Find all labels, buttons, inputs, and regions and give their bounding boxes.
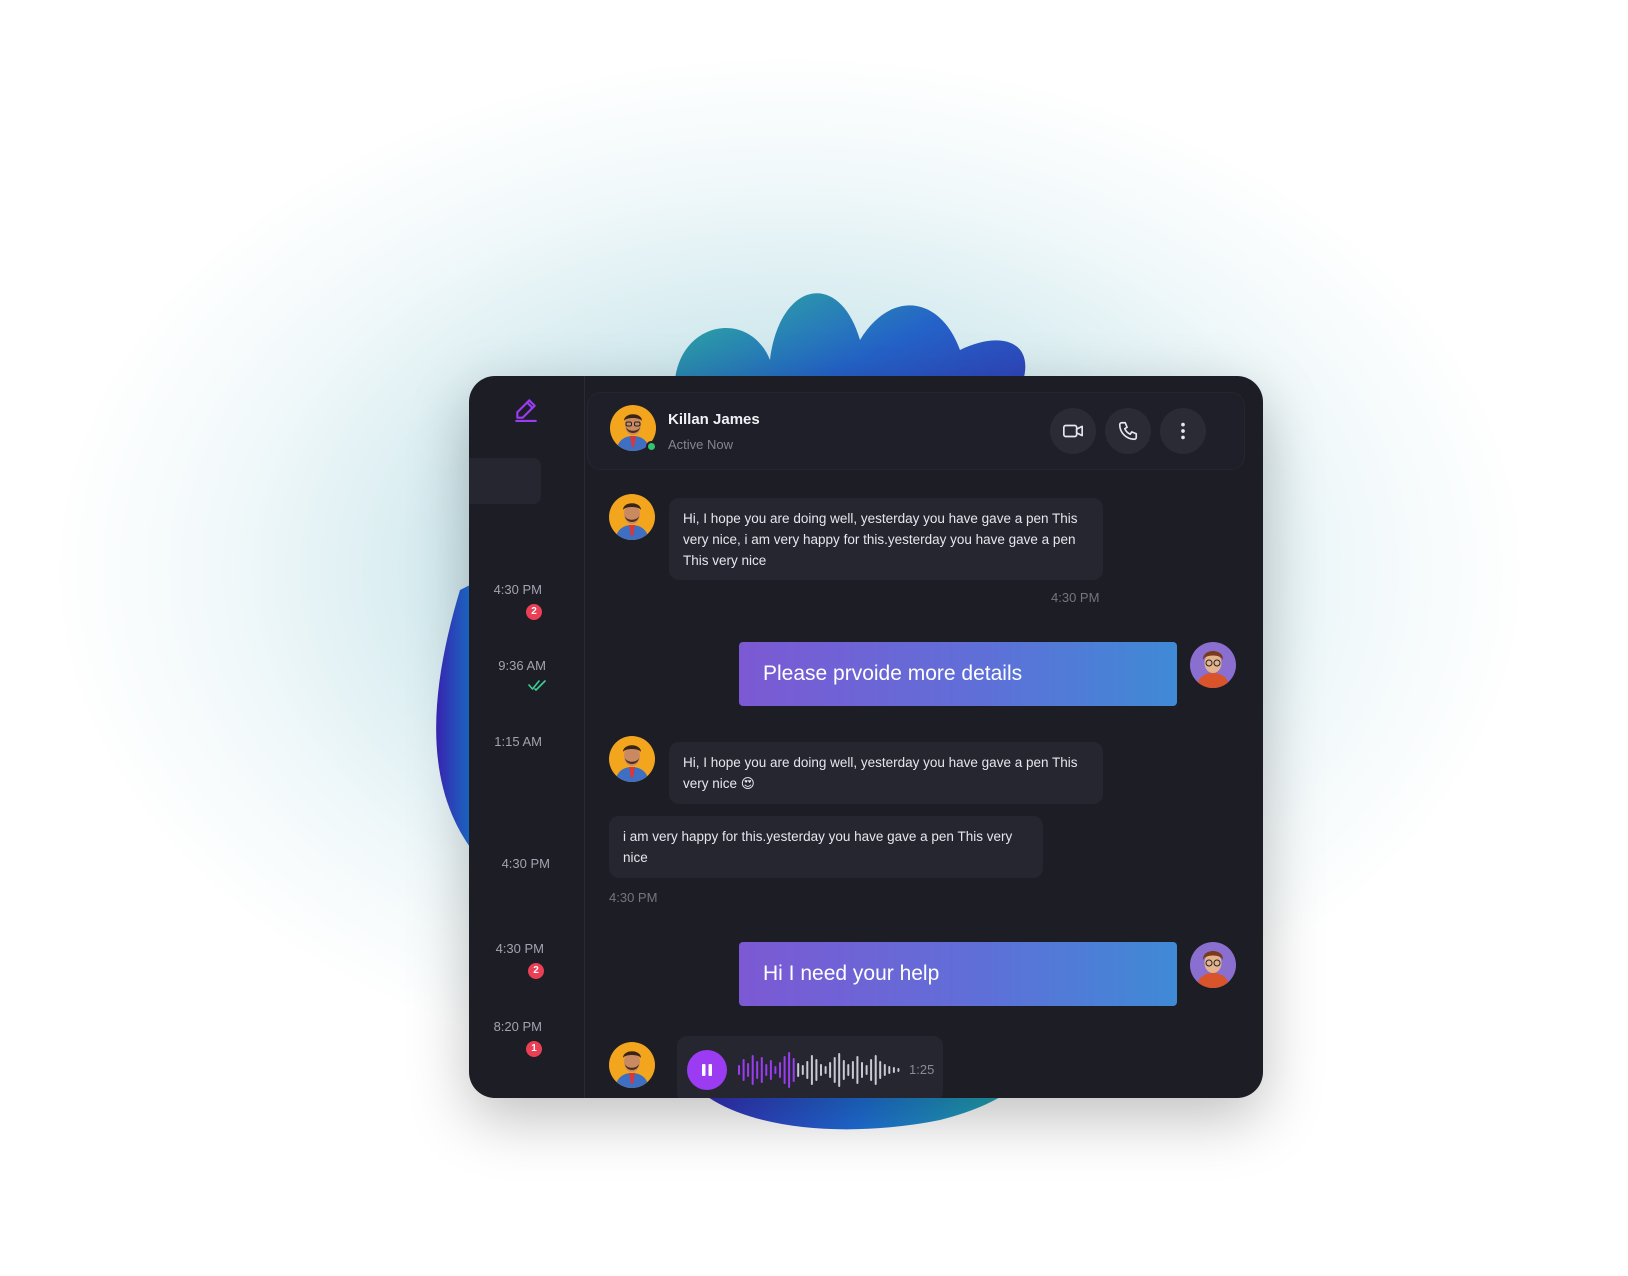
conversation-time: 1:15 AM <box>494 734 542 749</box>
waveform-bar <box>865 1065 868 1075</box>
contact-status: Active Now <box>668 437 734 452</box>
unread-badge: 1 <box>526 1041 542 1057</box>
waveform-bar <box>769 1060 772 1080</box>
waveform-bar <box>810 1055 813 1085</box>
waveform-bar <box>824 1066 827 1074</box>
waveform-bar <box>788 1052 791 1088</box>
waveform-bar <box>888 1066 891 1074</box>
waveform-bar <box>897 1068 900 1072</box>
voice-duration: 1:25 <box>909 1062 935 1077</box>
waveform-bar <box>829 1062 832 1078</box>
edit-pencil-icon[interactable] <box>513 396 539 422</box>
waveform-bar <box>838 1053 841 1087</box>
waveform-bar <box>842 1060 845 1080</box>
conversation-item[interactable]: 9:36 AM <box>498 658 546 691</box>
voice-call-button[interactable] <box>1105 408 1151 454</box>
outgoing-message: Hi I need your help <box>739 942 1177 1006</box>
waveform-bar <box>879 1061 882 1079</box>
conversation-time: 4:30 PM <box>493 582 542 597</box>
contact-avatar[interactable] <box>609 1042 655 1088</box>
double-check-icon <box>528 680 546 691</box>
incoming-message: Hi, I hope you are doing well, yesterday… <box>669 742 1103 804</box>
conversation-time: 4:30 PM <box>501 856 550 871</box>
waveform-bar <box>738 1065 740 1075</box>
waveform-bar <box>747 1063 750 1077</box>
incoming-message: i am very happy for this.yesterday you h… <box>609 816 1043 878</box>
chat-header: Killan James Active Now <box>587 392 1245 470</box>
vertical-dots-icon <box>1181 422 1185 440</box>
online-status-indicator <box>646 441 657 452</box>
conversation-sidebar: 4:30 PM 2 9:36 AM 1:15 AM 4:30 PM 4:30 P… <box>469 376 585 1098</box>
conversation-time: 8:20 PM <box>493 1019 542 1034</box>
pause-button[interactable] <box>687 1050 727 1090</box>
chat-panel: Killan James Active Now Hi, I hope you a… <box>585 376 1263 1098</box>
waveform-bar <box>883 1064 886 1076</box>
waveform-bar <box>820 1064 822 1076</box>
conversation-item[interactable]: 4:30 PM <box>502 856 550 871</box>
unread-badge: 2 <box>528 963 544 979</box>
waveform-bar <box>801 1065 804 1075</box>
user-avatar[interactable] <box>1190 642 1236 688</box>
audio-waveform[interactable] <box>737 1050 901 1090</box>
waveform-bar <box>861 1062 863 1078</box>
conversation-item[interactable]: 8:20 PM 1 <box>494 1019 542 1057</box>
phone-icon <box>1118 421 1138 441</box>
pause-icon <box>702 1064 712 1076</box>
conversation-item[interactable]: 1:15 AM <box>494 734 542 749</box>
conversation-item[interactable]: 4:30 PM 2 <box>494 582 542 620</box>
waveform-bar <box>874 1055 877 1085</box>
waveform-bar <box>792 1058 795 1082</box>
chat-app-window: 4:30 PM 2 9:36 AM 1:15 AM 4:30 PM 4:30 P… <box>469 376 1263 1098</box>
conversation-item[interactable]: 4:30 PM 2 <box>496 941 544 979</box>
waveform-bar <box>851 1061 854 1079</box>
waveform-bar <box>774 1066 777 1074</box>
video-call-button[interactable] <box>1050 408 1096 454</box>
conversation-time: 9:36 AM <box>498 658 546 673</box>
incoming-message: Hi, I hope you are doing well, yesterday… <box>669 498 1103 580</box>
waveform-bar <box>856 1056 859 1084</box>
waveform-bar <box>892 1067 895 1073</box>
unread-badge: 2 <box>526 604 542 620</box>
waveform-bar <box>783 1056 786 1084</box>
conversation-time: 4:30 PM <box>495 941 544 956</box>
message-time: 4:30 PM <box>609 890 658 905</box>
waveform-bar <box>760 1057 763 1083</box>
video-camera-icon <box>1063 424 1083 438</box>
outgoing-message: Please prvoide more details <box>739 642 1177 706</box>
waveform-bar <box>797 1063 800 1077</box>
voice-message: 1:25 <box>677 1036 943 1098</box>
contact-avatar[interactable] <box>609 736 655 782</box>
sidebar-search-field[interactable] <box>469 458 541 504</box>
waveform-bar <box>742 1059 745 1081</box>
waveform-bar <box>815 1059 818 1081</box>
waveform-bar <box>751 1055 754 1085</box>
message-time: 4:30 PM <box>1051 590 1100 605</box>
waveform-bar <box>870 1059 873 1081</box>
contact-avatar[interactable] <box>609 494 655 540</box>
waveform-bar <box>765 1064 768 1076</box>
user-avatar[interactable] <box>1190 942 1236 988</box>
waveform-bar <box>779 1062 781 1078</box>
waveform-bar <box>756 1061 759 1079</box>
waveform-bar <box>847 1064 850 1076</box>
more-options-button[interactable] <box>1160 408 1206 454</box>
waveform-bar <box>806 1061 809 1079</box>
contact-name: Killan James <box>668 411 760 428</box>
waveform-bar <box>833 1057 836 1083</box>
